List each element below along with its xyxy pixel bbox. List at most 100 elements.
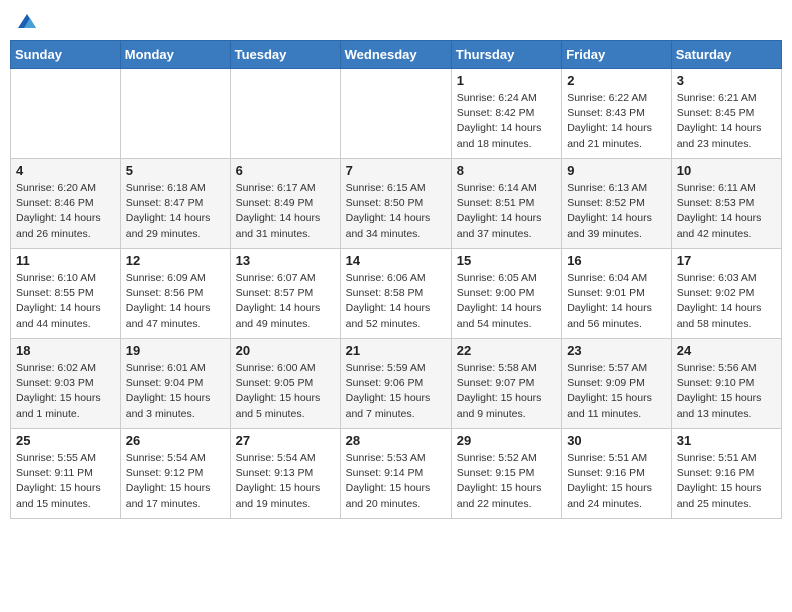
day-number: 29: [457, 433, 556, 448]
header-row: SundayMondayTuesdayWednesdayThursdayFrid…: [11, 41, 782, 69]
day-info: Sunrise: 6:15 AM Sunset: 8:50 PM Dayligh…: [346, 181, 446, 242]
day-info: Sunrise: 5:59 AM Sunset: 9:06 PM Dayligh…: [346, 361, 446, 422]
week-row-5: 25 Sunrise: 5:55 AM Sunset: 9:11 PM Dayli…: [11, 429, 782, 519]
day-number: 13: [236, 253, 335, 268]
day-number: 10: [677, 163, 776, 178]
day-number: 30: [567, 433, 666, 448]
calendar-cell: 18 Sunrise: 6:02 AM Sunset: 9:03 PM Dayli…: [11, 339, 121, 429]
calendar-cell: [11, 69, 121, 159]
day-info: Sunrise: 5:54 AM Sunset: 9:13 PM Dayligh…: [236, 451, 335, 512]
calendar-cell: 3 Sunrise: 6:21 AM Sunset: 8:45 PM Daylig…: [671, 69, 781, 159]
day-info: Sunrise: 6:03 AM Sunset: 9:02 PM Dayligh…: [677, 271, 776, 332]
calendar-cell: 29Sunrise: 5:52 AM Sunset: 9:15 PM Dayli…: [451, 429, 561, 519]
day-header-thursday: Thursday: [451, 41, 561, 69]
day-info: Sunrise: 6:01 AM Sunset: 9:04 PM Dayligh…: [126, 361, 225, 422]
calendar-cell: 2Sunrise: 6:22 AM Sunset: 8:43 PM Daylig…: [562, 69, 672, 159]
day-number: 19: [126, 343, 225, 358]
day-info: Sunrise: 6:24 AM Sunset: 8:42 PM Dayligh…: [457, 91, 556, 152]
day-number: 23: [567, 343, 666, 358]
calendar-cell: 26 Sunrise: 5:54 AM Sunset: 9:12 PM Dayli…: [120, 429, 230, 519]
calendar-cell: 6Sunrise: 6:17 AM Sunset: 8:49 PM Daylig…: [230, 159, 340, 249]
calendar-cell: 22 Sunrise: 5:58 AM Sunset: 9:07 PM Dayli…: [451, 339, 561, 429]
day-info: Sunrise: 6:09 AM Sunset: 8:56 PM Dayligh…: [126, 271, 225, 332]
day-header-sunday: Sunday: [11, 41, 121, 69]
calendar-cell: 1 Sunrise: 6:24 AM Sunset: 8:42 PM Daylig…: [451, 69, 561, 159]
day-number: 6: [236, 163, 335, 178]
day-number: 11: [16, 253, 115, 268]
day-number: 21: [346, 343, 446, 358]
day-number: 24: [677, 343, 776, 358]
day-info: Sunrise: 5:53 AM Sunset: 9:14 PM Dayligh…: [346, 451, 446, 512]
day-info: Sunrise: 5:51 AM Sunset: 9:16 PM Dayligh…: [677, 451, 776, 512]
day-number: 12: [126, 253, 225, 268]
day-number: 2: [567, 73, 666, 88]
day-info: Sunrise: 6:06 AM Sunset: 8:58 PM Dayligh…: [346, 271, 446, 332]
week-row-1: 1 Sunrise: 6:24 AM Sunset: 8:42 PM Daylig…: [11, 69, 782, 159]
calendar-cell: 4 Sunrise: 6:20 AM Sunset: 8:46 PM Daylig…: [11, 159, 121, 249]
calendar-cell: 20 Sunrise: 6:00 AM Sunset: 9:05 PM Dayli…: [230, 339, 340, 429]
calendar-cell: 16 Sunrise: 6:04 AM Sunset: 9:01 PM Dayli…: [562, 249, 672, 339]
calendar-cell: 31 Sunrise: 5:51 AM Sunset: 9:16 PM Dayli…: [671, 429, 781, 519]
day-number: 31: [677, 433, 776, 448]
calendar-cell: 30 Sunrise: 5:51 AM Sunset: 9:16 PM Dayli…: [562, 429, 672, 519]
day-number: 14: [346, 253, 446, 268]
day-number: 20: [236, 343, 335, 358]
calendar-cell: 24Sunrise: 5:56 AM Sunset: 9:10 PM Dayli…: [671, 339, 781, 429]
day-number: 17: [677, 253, 776, 268]
day-info: Sunrise: 6:18 AM Sunset: 8:47 PM Dayligh…: [126, 181, 225, 242]
week-row-3: 11Sunrise: 6:10 AM Sunset: 8:55 PM Dayli…: [11, 249, 782, 339]
day-number: 9: [567, 163, 666, 178]
day-number: 1: [457, 73, 556, 88]
calendar-cell: 9 Sunrise: 6:13 AM Sunset: 8:52 PM Daylig…: [562, 159, 672, 249]
calendar-cell: 15Sunrise: 6:05 AM Sunset: 9:00 PM Dayli…: [451, 249, 561, 339]
day-number: 26: [126, 433, 225, 448]
calendar-cell: 23 Sunrise: 5:57 AM Sunset: 9:09 PM Dayli…: [562, 339, 672, 429]
calendar-cell: [120, 69, 230, 159]
calendar-cell: 10Sunrise: 6:11 AM Sunset: 8:53 PM Dayli…: [671, 159, 781, 249]
day-number: 7: [346, 163, 446, 178]
calendar-cell: 19 Sunrise: 6:01 AM Sunset: 9:04 PM Dayli…: [120, 339, 230, 429]
calendar-cell: 17 Sunrise: 6:03 AM Sunset: 9:02 PM Dayli…: [671, 249, 781, 339]
day-info: Sunrise: 6:00 AM Sunset: 9:05 PM Dayligh…: [236, 361, 335, 422]
calendar-cell: [340, 69, 451, 159]
calendar-cell: 25 Sunrise: 5:55 AM Sunset: 9:11 PM Dayli…: [11, 429, 121, 519]
day-info: Sunrise: 6:02 AM Sunset: 9:03 PM Dayligh…: [16, 361, 115, 422]
day-number: 3: [677, 73, 776, 88]
day-number: 18: [16, 343, 115, 358]
day-header-friday: Friday: [562, 41, 672, 69]
day-number: 16: [567, 253, 666, 268]
day-info: Sunrise: 6:04 AM Sunset: 9:01 PM Dayligh…: [567, 271, 666, 332]
calendar-table: SundayMondayTuesdayWednesdayThursdayFrid…: [10, 40, 782, 519]
day-info: Sunrise: 5:51 AM Sunset: 9:16 PM Dayligh…: [567, 451, 666, 512]
day-info: Sunrise: 5:57 AM Sunset: 9:09 PM Dayligh…: [567, 361, 666, 422]
calendar-cell: 8Sunrise: 6:14 AM Sunset: 8:51 PM Daylig…: [451, 159, 561, 249]
day-info: Sunrise: 6:20 AM Sunset: 8:46 PM Dayligh…: [16, 181, 115, 242]
calendar-cell: [230, 69, 340, 159]
day-header-monday: Monday: [120, 41, 230, 69]
day-number: 28: [346, 433, 446, 448]
day-number: 22: [457, 343, 556, 358]
logo-icon: [16, 10, 38, 32]
day-info: Sunrise: 6:13 AM Sunset: 8:52 PM Dayligh…: [567, 181, 666, 242]
calendar-cell: 12 Sunrise: 6:09 AM Sunset: 8:56 PM Dayli…: [120, 249, 230, 339]
day-number: 25: [16, 433, 115, 448]
day-info: Sunrise: 6:07 AM Sunset: 8:57 PM Dayligh…: [236, 271, 335, 332]
day-info: Sunrise: 5:58 AM Sunset: 9:07 PM Dayligh…: [457, 361, 556, 422]
calendar-cell: 27 Sunrise: 5:54 AM Sunset: 9:13 PM Dayli…: [230, 429, 340, 519]
calendar-cell: 14 Sunrise: 6:06 AM Sunset: 8:58 PM Dayli…: [340, 249, 451, 339]
day-header-tuesday: Tuesday: [230, 41, 340, 69]
day-info: Sunrise: 5:55 AM Sunset: 9:11 PM Dayligh…: [16, 451, 115, 512]
day-number: 4: [16, 163, 115, 178]
day-number: 27: [236, 433, 335, 448]
week-row-2: 4 Sunrise: 6:20 AM Sunset: 8:46 PM Daylig…: [11, 159, 782, 249]
day-info: Sunrise: 6:21 AM Sunset: 8:45 PM Dayligh…: [677, 91, 776, 152]
day-number: 15: [457, 253, 556, 268]
logo: [14, 10, 38, 32]
calendar-cell: 13 Sunrise: 6:07 AM Sunset: 8:57 PM Dayli…: [230, 249, 340, 339]
day-info: Sunrise: 5:54 AM Sunset: 9:12 PM Dayligh…: [126, 451, 225, 512]
week-row-4: 18 Sunrise: 6:02 AM Sunset: 9:03 PM Dayli…: [11, 339, 782, 429]
day-header-saturday: Saturday: [671, 41, 781, 69]
calendar-cell: 28 Sunrise: 5:53 AM Sunset: 9:14 PM Dayli…: [340, 429, 451, 519]
day-header-wednesday: Wednesday: [340, 41, 451, 69]
calendar-cell: 7 Sunrise: 6:15 AM Sunset: 8:50 PM Daylig…: [340, 159, 451, 249]
